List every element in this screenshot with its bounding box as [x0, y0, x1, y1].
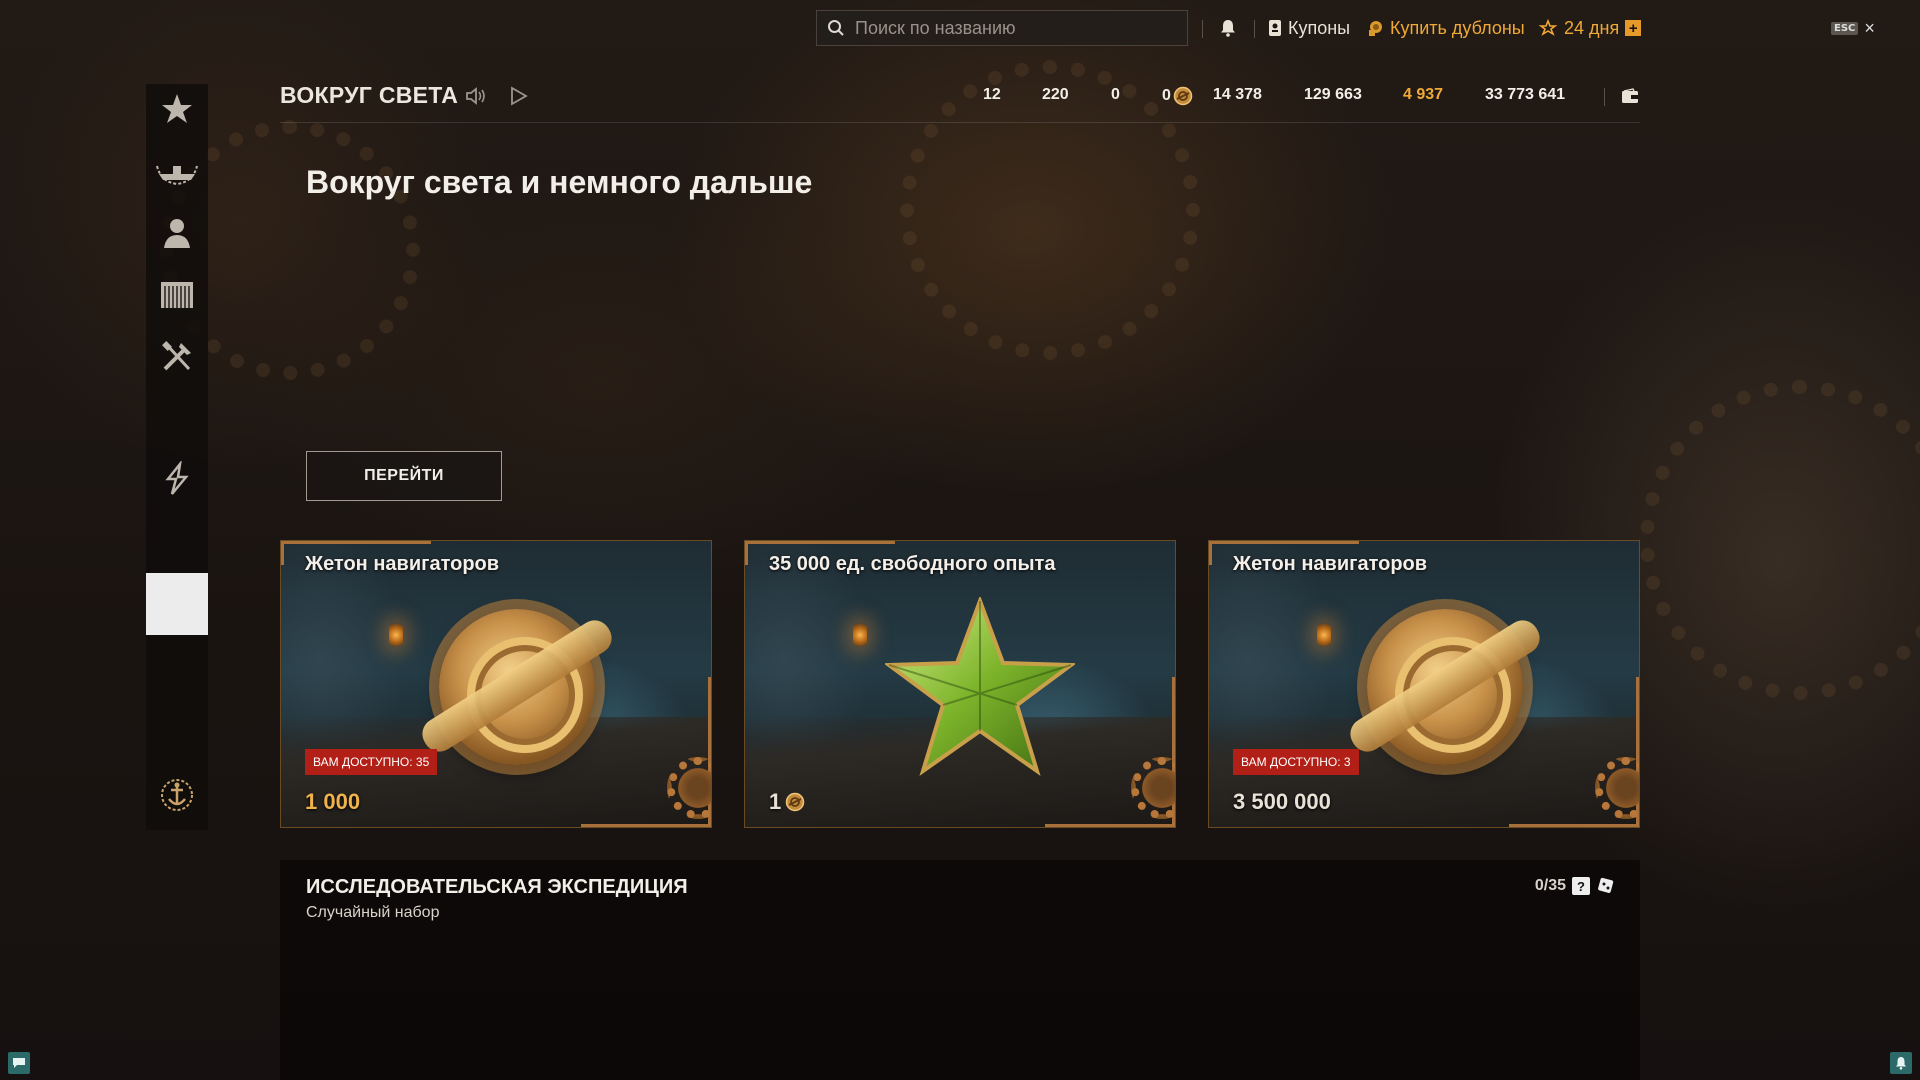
stat-value: 4 937 — [1403, 86, 1444, 103]
sidebar-item-ships[interactable] — [146, 146, 208, 196]
captain-icon — [164, 219, 190, 248]
card-price-value: 1 — [769, 789, 782, 814]
ship-wreath-icon — [156, 165, 198, 186]
stat-value: 0 — [1162, 87, 1171, 104]
bell-icon — [1221, 20, 1235, 37]
premium-wreath-icon — [1538, 19, 1558, 36]
sidebar-item-selected[interactable] — [146, 573, 208, 635]
stat-value: 0 — [1111, 86, 1120, 103]
reward-card[interactable]: 35 000 ед. свободного опыта 1 — [744, 540, 1176, 828]
go-button[interactable]: ПЕРЕЙТИ — [306, 451, 502, 501]
expedition-title: ИССЛЕДОВАТЕЛЬСКАЯ ЭКСПЕДИЦИЯ — [306, 876, 688, 898]
star-icon — [162, 94, 192, 123]
add-premium-icon[interactable]: + — [1625, 20, 1642, 36]
stat-value: 129 663 — [1304, 86, 1362, 103]
availability-badge: ВАМ ДОСТУПНО: 35 — [305, 749, 438, 775]
exit-button[interactable]: ESC × — [1831, 10, 1875, 46]
anchor-clan-icon — [161, 779, 193, 811]
help-icon[interactable]: ? — [1572, 877, 1590, 895]
coupon-icon — [1269, 20, 1281, 36]
divider — [1202, 20, 1203, 38]
card-title: Жетон навигаторов — [1233, 553, 1428, 575]
sidebar-item-containers[interactable] — [146, 270, 208, 320]
tools-icon — [162, 341, 191, 371]
lantern-icon — [853, 623, 867, 647]
stat-token-balance: 0 — [1162, 86, 1193, 106]
chat-icon — [13, 1058, 25, 1068]
left-sidebar — [146, 84, 208, 830]
chat-button[interactable] — [8, 1052, 30, 1074]
premium-days-label: 24 дня — [1564, 17, 1620, 38]
sidebar-item-workshop[interactable] — [146, 332, 208, 382]
expedition-subtitle: Случайный набор — [306, 904, 440, 921]
stat-value: 220 — [1042, 86, 1069, 103]
sidebar-item-featured[interactable] — [146, 84, 208, 134]
stat-value: 12 — [983, 86, 1001, 103]
coupons-label: Купоны — [1288, 17, 1351, 38]
sidebar-item-clan[interactable] — [146, 770, 208, 820]
speaker-icon[interactable] — [464, 84, 488, 108]
background-gear — [1640, 380, 1920, 700]
hero-title: Вокруг света и немного дальше — [306, 164, 813, 200]
stat-value: 14 378 — [1213, 86, 1262, 103]
collections-icon — [165, 461, 189, 495]
navigator-token-icon — [786, 792, 805, 812]
sidebar-item-collections[interactable] — [146, 454, 208, 504]
wallet-icon[interactable] — [1621, 88, 1639, 104]
coupons-button[interactable]: Купоны — [1268, 10, 1350, 46]
card-title: Жетон навигаторов — [305, 553, 500, 575]
event-title: ВОКРУГ СВЕТА — [280, 82, 459, 108]
reward-card[interactable]: Жетон навигаторов ВАМ ДОСТУПНО: 35 1 000 — [280, 540, 712, 828]
bell-icon — [1896, 1057, 1906, 1070]
lantern-icon — [389, 623, 403, 647]
navigator-token-icon — [1173, 86, 1193, 106]
close-icon: × — [1864, 17, 1875, 38]
navigator-token-medal-image — [1367, 609, 1523, 765]
notifications-button[interactable] — [1220, 10, 1236, 46]
buy-doubloons-button[interactable]: Купить дублоны — [1366, 10, 1525, 46]
availability-badge: ВАМ ДОСТУПНО: 3 — [1233, 749, 1359, 775]
play-icon[interactable] — [506, 84, 530, 108]
containers-icon — [161, 282, 193, 308]
navigator-token-medal-image — [439, 609, 595, 765]
card-title: 35 000 ед. свободного опыта — [769, 553, 1056, 575]
dice-icon — [1598, 877, 1614, 893]
doubloon-icon — [1369, 21, 1382, 36]
sidebar-item-commanders[interactable] — [146, 208, 208, 258]
reward-card[interactable]: Жетон навигаторов ВАМ ДОСТУПНО: 3 3 500 … — [1208, 540, 1640, 828]
background-gear — [900, 60, 1200, 360]
premium-account-button[interactable]: 24 дня + — [1538, 10, 1642, 46]
esc-key-badge: ESC — [1831, 21, 1859, 35]
search-icon — [828, 20, 844, 36]
expedition-progress-value: 0/35 — [1534, 877, 1566, 894]
divider — [1254, 20, 1255, 38]
card-price: 1 000 — [305, 789, 361, 814]
divider — [1604, 88, 1605, 106]
stat-value: 33 773 641 — [1485, 86, 1566, 103]
card-price: 1 — [769, 789, 805, 815]
lantern-icon — [1317, 623, 1331, 647]
notification-center-button[interactable] — [1890, 1052, 1912, 1074]
buy-doubloons-label: Купить дублоны — [1390, 17, 1525, 38]
search-input[interactable] — [855, 17, 1175, 39]
expedition-progress: 0/35 ? — [1535, 876, 1616, 896]
expedition-panel[interactable]: ИССЛЕДОВАТЕЛЬСКАЯ ЭКСПЕДИЦИЯ Случайный н… — [280, 860, 1640, 1080]
search-box[interactable] — [816, 10, 1188, 46]
header-divider — [280, 122, 1640, 123]
top-bar: Купоны Купить дублоны 24 дня + ESC × — [0, 10, 1920, 46]
card-price: 3 500 000 — [1233, 789, 1331, 814]
